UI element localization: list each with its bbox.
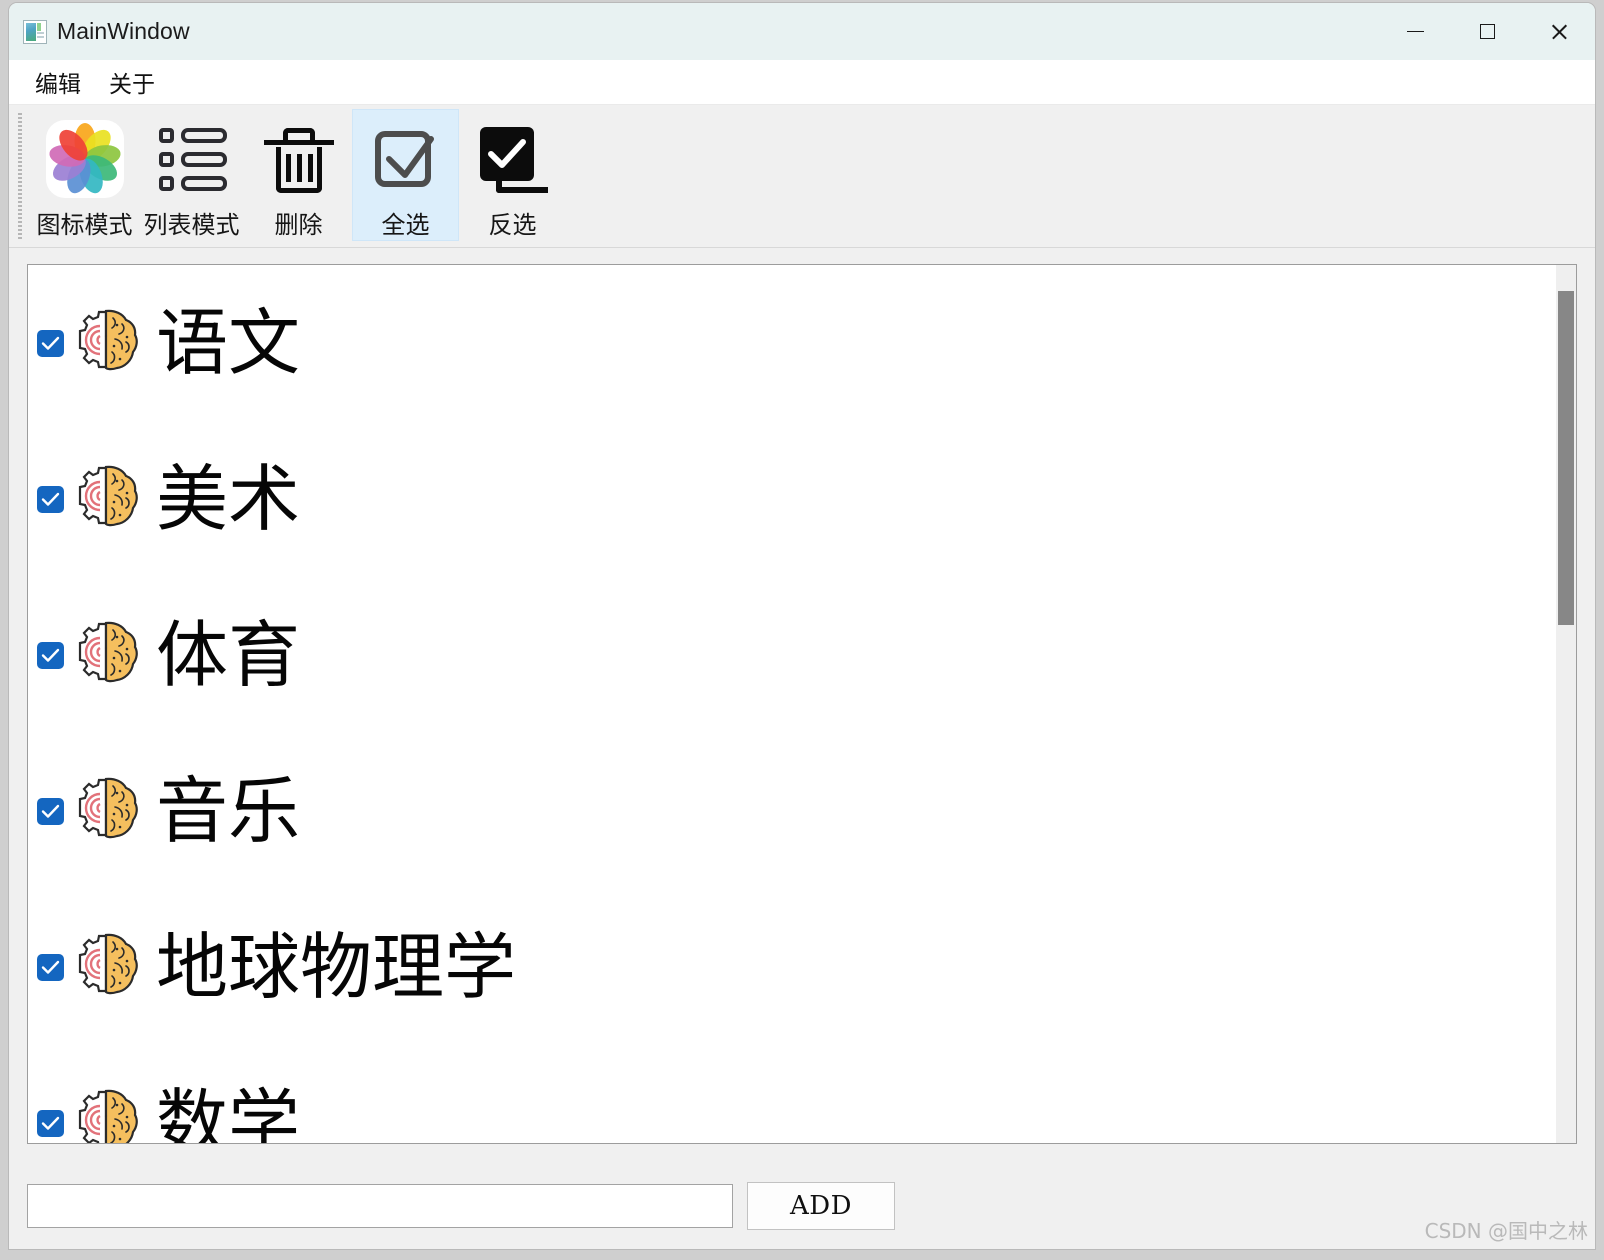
brain-gear-icon	[70, 930, 144, 1004]
list-item-label: 体育	[156, 613, 301, 697]
list-item[interactable]: 语文	[28, 265, 1556, 421]
bottom-bar: ADD	[9, 1163, 1595, 1249]
menu-bar: 编辑 关于	[9, 60, 1595, 105]
menu-edit[interactable]: 编辑	[21, 62, 95, 102]
list-item[interactable]: 体育	[28, 577, 1556, 733]
check-icon	[41, 492, 60, 506]
list-item[interactable]: 地球物理学	[28, 889, 1556, 1045]
toolbar-button-list-mode-label: 列表模式	[143, 211, 240, 239]
toolbar-drag-handle[interactable]	[18, 113, 22, 239]
list-item-label: 地球物理学	[156, 925, 517, 1009]
list-item[interactable]: 美术	[28, 421, 1556, 577]
close-icon	[1550, 22, 1569, 41]
list-item[interactable]: 数学	[28, 1045, 1556, 1143]
list-item-checkbox[interactable]	[37, 485, 64, 513]
check-icon	[41, 336, 60, 350]
toolbar-button-list-mode[interactable]: 列表模式	[138, 109, 245, 241]
toolbar-button-invert-selection[interactable]: 反选	[459, 109, 566, 241]
list-item-label: 音乐	[156, 769, 301, 853]
toolbar-button-select-all-label: 全选	[381, 211, 430, 239]
list-item-checkbox[interactable]	[37, 953, 64, 981]
app-window-icon	[23, 19, 47, 44]
main-window: MainWindow 编辑 关于 图标模式 列表模式 删除 全选 反选 语文 美…	[8, 2, 1596, 1250]
trash-icon	[257, 117, 341, 201]
subject-list: 语文美术体育音乐地球物理学数学	[27, 264, 1577, 1144]
list-item-label: 美术	[156, 457, 301, 541]
list-item-checkbox[interactable]	[37, 329, 64, 357]
screen: MainWindow 编辑 关于 图标模式 列表模式 删除 全选 反选 语文 美…	[0, 0, 1604, 1260]
list-view-icon	[150, 117, 234, 201]
check-icon	[41, 648, 60, 662]
watermark: CSDN @国中之林	[1424, 1219, 1588, 1243]
scrollbar-thumb[interactable]	[1558, 291, 1574, 625]
list-item-checkbox[interactable]	[37, 1109, 64, 1137]
maximize-icon	[1479, 24, 1495, 39]
vertical-scrollbar[interactable]	[1556, 265, 1576, 1143]
list-item-checkbox[interactable]	[37, 641, 64, 669]
list-item-label: 语文	[156, 301, 301, 385]
toolbar-button-icon-mode-label: 图标模式	[36, 211, 133, 239]
list-item-checkbox[interactable]	[37, 797, 64, 825]
list-item[interactable]: 音乐	[28, 733, 1556, 889]
invert-selection-icon	[471, 117, 555, 201]
window-controls	[1379, 3, 1595, 60]
brain-gear-icon	[70, 306, 144, 380]
brain-gear-icon	[70, 618, 144, 692]
toolbar-button-delete[interactable]: 删除	[245, 109, 352, 241]
window-title: MainWindow	[57, 18, 190, 44]
title-bar[interactable]: MainWindow	[9, 3, 1595, 60]
minimize-icon	[1406, 30, 1424, 33]
brain-gear-icon	[70, 1086, 144, 1143]
close-button[interactable]	[1523, 3, 1595, 60]
photos-grid-icon	[43, 117, 127, 201]
subject-list-viewport: 语文美术体育音乐地球物理学数学	[28, 265, 1556, 1143]
toolbar: 图标模式 列表模式 删除 全选 反选	[9, 105, 1595, 248]
new-item-input[interactable]	[27, 1184, 733, 1228]
maximize-button[interactable]	[1451, 3, 1523, 60]
check-icon	[41, 1116, 60, 1130]
toolbar-button-invert-selection-label: 反选	[488, 211, 537, 239]
add-button[interactable]: ADD	[747, 1182, 895, 1230]
toolbar-button-delete-label: 删除	[274, 211, 323, 239]
menu-about[interactable]: 关于	[95, 62, 169, 102]
toolbar-button-select-all[interactable]: 全选	[352, 109, 459, 241]
list-item-label: 数学	[156, 1081, 301, 1143]
toolbar-button-icon-mode[interactable]: 图标模式	[31, 109, 138, 241]
brain-gear-icon	[70, 462, 144, 536]
check-icon	[41, 804, 60, 818]
checkbox-check-icon	[364, 117, 448, 201]
brain-gear-icon	[70, 774, 144, 848]
check-icon	[41, 960, 60, 974]
minimize-button[interactable]	[1379, 3, 1451, 60]
